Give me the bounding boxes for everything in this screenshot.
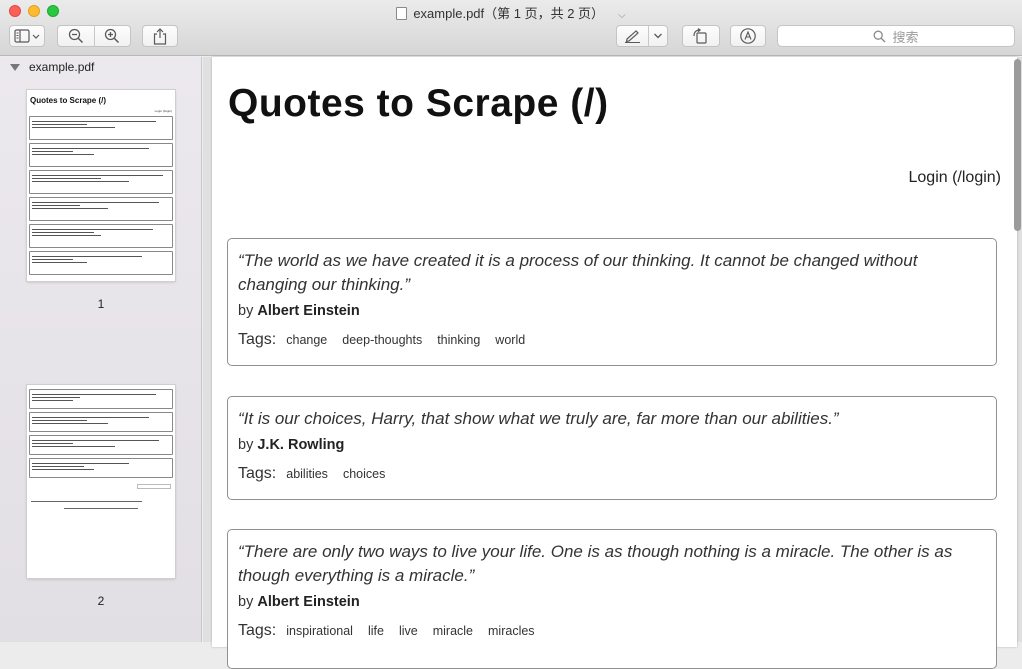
tags-label: Tags: xyxy=(238,331,277,348)
quote-author: J.K. Rowling xyxy=(257,437,345,453)
chevron-down-icon[interactable]: ⌵ xyxy=(618,10,626,21)
quote-author: Albert Einstein xyxy=(257,594,360,610)
page-thumbnail-label-1: 1 xyxy=(97,297,105,311)
zoom-out-button[interactable] xyxy=(58,28,94,44)
page-title: Quotes to Scrape (/) xyxy=(228,82,609,125)
tag-link[interactable]: life xyxy=(368,624,384,638)
markup-button[interactable] xyxy=(617,29,648,43)
by-label: by xyxy=(238,594,254,610)
document-viewport[interactable]: Quotes to Scrape (/) Login (/login) “The… xyxy=(203,57,1022,669)
tags-label: Tags: xyxy=(238,465,277,482)
quote-author-line: by Albert Einstein xyxy=(238,594,986,610)
annotate-button[interactable] xyxy=(730,25,766,47)
thumbnail-quote-box xyxy=(29,251,173,275)
thumbnail-quote-box xyxy=(29,197,173,221)
thumbnail-quote-box xyxy=(29,389,173,409)
markup-circle-icon xyxy=(740,28,756,44)
thumbnail-quote-box xyxy=(29,143,173,167)
rotate-icon xyxy=(693,28,707,44)
tag-link[interactable]: choices xyxy=(343,467,385,481)
tag-link[interactable]: thinking xyxy=(437,333,480,347)
quote-tags: Tags: change deep-thoughts thinking worl… xyxy=(238,331,986,349)
quote-tags: Tags: inspirational life live miracle mi… xyxy=(238,622,986,640)
page-thumbnail-label-2: 2 xyxy=(97,594,105,608)
thumbnail-quote-box xyxy=(29,116,173,140)
thumbnail-title: Quotes to Scrape (/) xyxy=(30,96,107,105)
thumbnail-sidebar: example.pdf Quotes to Scrape (/) Login (… xyxy=(0,57,202,642)
window-title-text: example.pdf（第 1 页，共 2 页） xyxy=(413,6,605,21)
quote-card: “It is our choices, Harry, that show wha… xyxy=(227,396,997,500)
quote-text: “It is our choices, Harry, that show wha… xyxy=(238,409,839,428)
pen-icon xyxy=(624,30,640,43)
zoom-button-group xyxy=(57,25,131,47)
tag-link[interactable]: abilities xyxy=(286,467,328,481)
sidebar-icon xyxy=(14,29,40,43)
pdf-document-icon xyxy=(396,7,408,20)
tag-link[interactable]: live xyxy=(399,624,418,638)
pdf-page: Quotes to Scrape (/) Login (/login) “The… xyxy=(212,57,1017,669)
markup-options-button[interactable] xyxy=(649,32,667,40)
quote-author-line: by Albert Einstein xyxy=(238,303,986,319)
rotate-button[interactable] xyxy=(682,25,720,47)
search-icon xyxy=(874,30,886,42)
vertical-scrollbar[interactable] xyxy=(1014,59,1021,231)
thumbnail-quote-box xyxy=(29,224,173,248)
quote-card: “There are only two ways to live your li… xyxy=(227,529,997,669)
tag-link[interactable]: deep-thoughts xyxy=(342,333,422,347)
page-thumbnail-1[interactable]: Quotes to Scrape (/) Login (/login) xyxy=(27,90,175,281)
chevron-down-icon xyxy=(654,33,663,39)
sidebar-file-name: example.pdf xyxy=(29,60,95,74)
tags-label: Tags: xyxy=(238,622,277,639)
login-link[interactable]: Login (/login) xyxy=(909,169,1002,187)
page-thumbnail-2[interactable] xyxy=(27,385,175,578)
thumbnail-footer-line xyxy=(31,501,142,502)
by-label: by xyxy=(238,303,254,319)
tag-link[interactable]: inspirational xyxy=(286,624,353,638)
disclosure-triangle-icon[interactable] xyxy=(10,63,20,71)
tag-link[interactable]: change xyxy=(286,333,327,347)
quote-author-line: by J.K. Rowling xyxy=(238,437,986,453)
thumbnail-quote-box xyxy=(29,412,173,432)
zoom-in-icon xyxy=(105,28,120,44)
search-field[interactable]: 搜索 xyxy=(777,25,1015,47)
by-label: by xyxy=(238,437,254,453)
thumbnail-login: Login (/login) xyxy=(154,109,172,113)
quote-text: “The world as we have created it is a pr… xyxy=(238,251,918,294)
thumbnail-quote-box xyxy=(29,170,173,194)
tag-link[interactable]: miracle xyxy=(433,624,473,638)
share-icon xyxy=(153,27,167,45)
thumbnail-quote-box xyxy=(29,458,173,478)
window-titlebar: example.pdf（第 1 页，共 2 页） ⌵ 搜索 xyxy=(0,0,1022,56)
thumbnail-quote-box xyxy=(29,435,173,455)
zoom-out-icon xyxy=(68,28,83,44)
thumbnail-pager xyxy=(137,484,171,489)
thumbnail-footer-line xyxy=(64,508,138,509)
sidebar-file-header[interactable]: example.pdf xyxy=(10,60,94,74)
quote-text: “There are only two ways to live your li… xyxy=(238,542,953,585)
zoom-in-button[interactable] xyxy=(94,28,130,44)
sidebar-view-button[interactable] xyxy=(9,25,45,47)
search-placeholder: 搜索 xyxy=(892,29,919,45)
tag-link[interactable]: world xyxy=(495,333,525,347)
window-title[interactable]: example.pdf（第 1 页，共 2 页） ⌵ xyxy=(0,3,1022,22)
quote-tags: Tags: abilities choices xyxy=(238,465,986,483)
markup-button-group xyxy=(616,25,668,47)
share-button[interactable] xyxy=(142,25,178,47)
quote-author: Albert Einstein xyxy=(257,303,360,319)
quote-card: “The world as we have created it is a pr… xyxy=(227,238,997,366)
tag-link[interactable]: miracles xyxy=(488,624,535,638)
